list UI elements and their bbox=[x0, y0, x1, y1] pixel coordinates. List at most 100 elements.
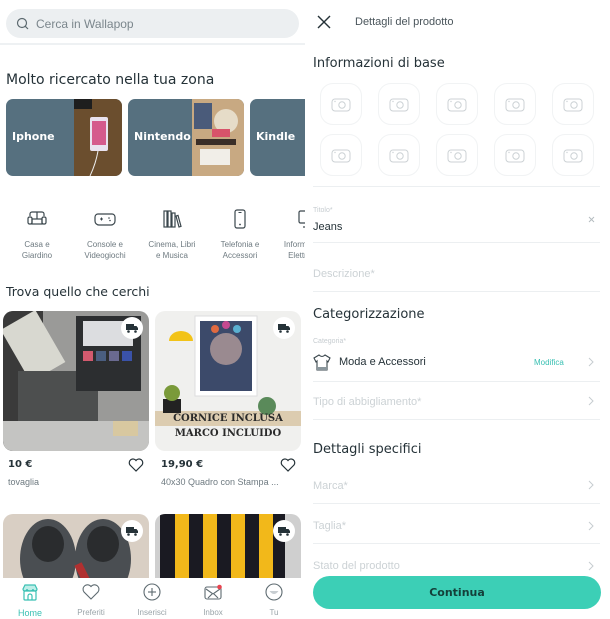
divider bbox=[0, 43, 305, 45]
category-strip: Casa e Giardino Console e Videogiochi Cine… bbox=[0, 208, 305, 268]
camera-icon bbox=[389, 149, 409, 163]
photo-slot[interactable] bbox=[494, 83, 536, 125]
category-telefonia-accessori[interactable]: Telefonia e Accessori bbox=[209, 208, 271, 261]
home-screen: Cerca in Wallapop Molto ricercato nella … bbox=[0, 0, 305, 619]
title-field-label: Titolo* bbox=[313, 207, 333, 214]
title-field-value: Jeans bbox=[313, 221, 343, 233]
phone-icon bbox=[234, 209, 246, 229]
nintendo-thumbnail bbox=[192, 99, 244, 176]
nav-label: Inserisci bbox=[137, 608, 167, 617]
monitor-icon bbox=[298, 210, 305, 228]
category-label: Informatica eElettronica bbox=[283, 240, 305, 260]
product-card-tovaglia[interactable] bbox=[3, 311, 149, 451]
camera-icon bbox=[447, 98, 467, 112]
favorite-heart-icon[interactable] bbox=[128, 458, 144, 472]
photo-slot[interactable] bbox=[552, 83, 594, 125]
feed-title: Trova quello che cerchi bbox=[6, 284, 150, 299]
modify-category-link[interactable]: Modifica bbox=[534, 358, 564, 367]
trending-card-iphone[interactable]: Iphone bbox=[6, 99, 122, 176]
divider bbox=[313, 503, 600, 504]
nav-inbox[interactable]: Inbox bbox=[183, 582, 243, 617]
divider bbox=[313, 291, 600, 292]
category-label: Cinema, Libri e Musica bbox=[148, 240, 196, 260]
photo-slot[interactable] bbox=[378, 83, 420, 125]
shipping-badge bbox=[273, 520, 295, 542]
photo-slot[interactable] bbox=[552, 134, 594, 176]
camera-icon bbox=[447, 149, 467, 163]
photo-slot[interactable] bbox=[494, 134, 536, 176]
brand-placeholder: Marca* bbox=[313, 480, 348, 492]
description-field[interactable]: Descrizione* bbox=[313, 268, 375, 280]
section-title-specific: Dettagli specifici bbox=[313, 442, 422, 457]
category-label: Telefonia e Accessori bbox=[220, 240, 260, 260]
camera-icon bbox=[331, 149, 351, 163]
camera-icon bbox=[389, 98, 409, 112]
bottom-navigation: Home Preferiti Inserisci Inbox Tu bbox=[0, 578, 305, 619]
photo-slot[interactable] bbox=[320, 83, 362, 125]
category-console-videogiochi[interactable]: Console e Videogiochi bbox=[74, 208, 136, 261]
close-icon[interactable] bbox=[317, 15, 331, 29]
camera-icon bbox=[563, 149, 583, 163]
heart-icon bbox=[82, 584, 100, 600]
section-title-basic: Informazioni di base bbox=[313, 56, 445, 71]
camera-icon bbox=[331, 98, 351, 112]
camera-icon bbox=[505, 98, 525, 112]
books-icon bbox=[163, 210, 182, 228]
category-informatica-elettronica[interactable]: Informatica eElettronica bbox=[276, 208, 305, 261]
divider bbox=[313, 419, 600, 420]
chevron-right-icon bbox=[588, 561, 594, 571]
nav-label: Inbox bbox=[203, 608, 223, 617]
size-placeholder: Taglia* bbox=[313, 520, 347, 532]
photo-slot[interactable] bbox=[320, 134, 362, 176]
divider bbox=[313, 242, 600, 243]
truck-icon bbox=[126, 526, 138, 536]
nav-tu[interactable]: Tu bbox=[244, 582, 304, 617]
trending-card-nintendo[interactable]: Nintendo bbox=[128, 99, 244, 176]
section-title-categorization: Categorizzazione bbox=[313, 307, 425, 322]
truck-icon bbox=[278, 526, 290, 536]
divider bbox=[313, 543, 600, 544]
product-price: 19,90 € bbox=[161, 459, 204, 470]
photo-slot[interactable] bbox=[436, 83, 478, 125]
camera-icon bbox=[505, 149, 525, 163]
tshirt-icon bbox=[313, 354, 331, 371]
product-price: 10 € bbox=[8, 459, 33, 470]
divider bbox=[313, 186, 600, 187]
nav-label: Tu bbox=[269, 608, 279, 617]
category-label: Casa e Giardino bbox=[21, 240, 53, 260]
nav-label: Preferiti bbox=[77, 608, 105, 617]
favorite-heart-icon[interactable] bbox=[280, 458, 296, 472]
screen-title: Dettagli del prodotto bbox=[355, 16, 454, 28]
home-store-icon bbox=[22, 584, 38, 601]
user-smile-icon bbox=[265, 583, 283, 601]
search-input[interactable]: Cerca in Wallapop bbox=[6, 9, 299, 38]
category-casa-giardino[interactable]: Casa e Giardino bbox=[6, 208, 68, 261]
trending-card-kindle[interactable]: Kindle bbox=[250, 99, 305, 176]
product-card-quadro[interactable]: CORNICE INCLUSA MARCO INCLUIDO bbox=[155, 311, 301, 451]
photo-slot[interactable] bbox=[436, 134, 478, 176]
nav-preferiti[interactable]: Preferiti bbox=[61, 582, 121, 617]
chevron-right-icon bbox=[588, 396, 594, 406]
shipping-badge bbox=[121, 520, 143, 542]
category-label: Console e Videogiochi bbox=[84, 240, 126, 260]
camera-icon bbox=[563, 98, 583, 112]
mail-icon bbox=[204, 584, 222, 600]
truck-icon bbox=[126, 323, 138, 333]
chevron-right-icon bbox=[588, 357, 594, 367]
nav-home[interactable]: Home bbox=[0, 582, 60, 618]
truck-icon bbox=[278, 323, 290, 333]
nav-label: Home bbox=[17, 608, 42, 618]
nav-inserisci[interactable]: Inserisci bbox=[122, 582, 182, 617]
product-name: 40x30 Quadro con Stampa ... bbox=[161, 477, 279, 487]
chevron-right-icon bbox=[588, 521, 594, 531]
clear-icon[interactable] bbox=[588, 216, 595, 223]
clothing-type-placeholder: Tipo di abbigliamento* bbox=[313, 396, 422, 408]
app-screens: Cerca in Wallapop Molto ricercato nella … bbox=[0, 0, 610, 619]
chevron-right-icon bbox=[588, 480, 594, 490]
photo-slot[interactable] bbox=[378, 134, 420, 176]
category-value: Moda e Accessori bbox=[339, 356, 426, 368]
category-cinema-libri-musica[interactable]: Cinema, Libri e Musica bbox=[141, 208, 203, 261]
notification-badge bbox=[217, 584, 222, 590]
continue-button[interactable]: Continua bbox=[313, 576, 601, 609]
category-field-label: Categoria* bbox=[313, 338, 347, 345]
